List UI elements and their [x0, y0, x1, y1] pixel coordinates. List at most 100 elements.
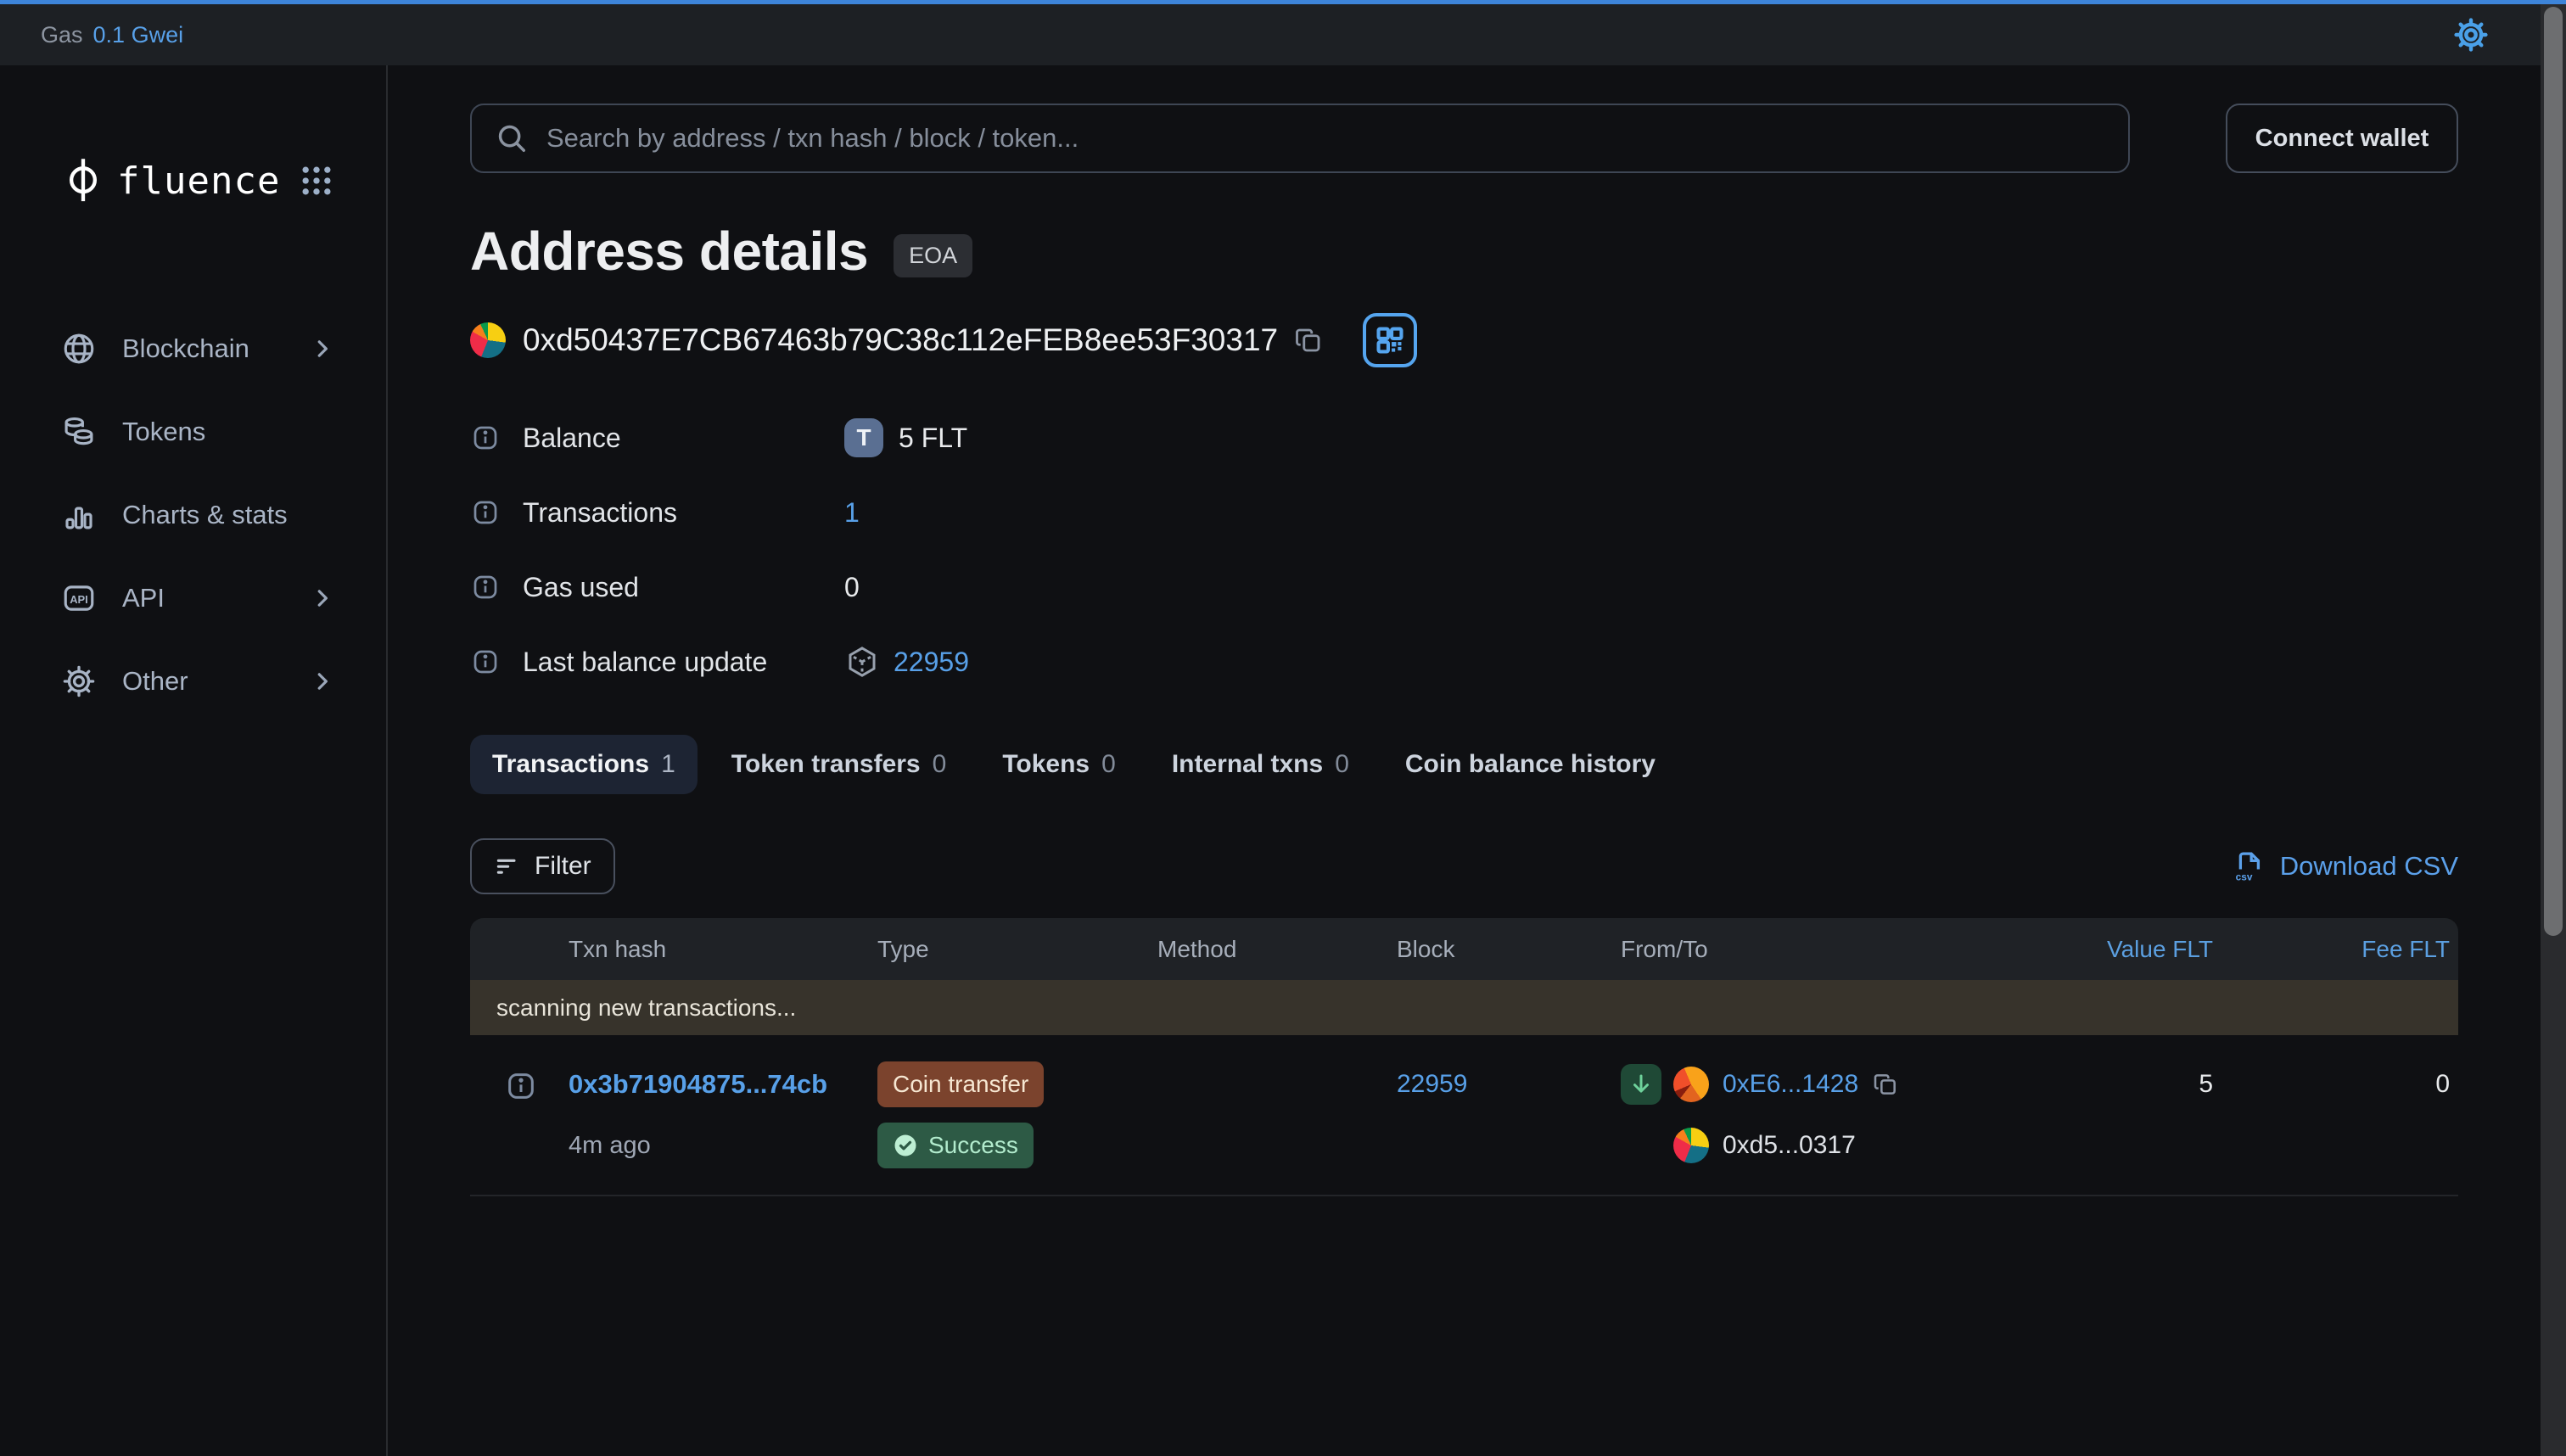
direction-in-icon	[1621, 1064, 1661, 1105]
tab-label: Internal txns	[1172, 750, 1323, 779]
address-hash[interactable]: 0xd50437E7CB67463b79C38c112eFEB8ee53F303…	[523, 322, 1278, 358]
scrollbar-thumb[interactable]	[2544, 7, 2563, 936]
tab-count: 0	[933, 750, 947, 779]
last-balance-block-link[interactable]: 22959	[894, 647, 969, 678]
txn-type-badge: Coin transfer	[877, 1061, 1044, 1107]
connect-wallet-button[interactable]: Connect wallet	[2226, 104, 2458, 173]
success-check-icon	[893, 1133, 918, 1158]
copy-from-address-icon[interactable]	[1872, 1071, 1899, 1098]
info-label: Balance	[523, 423, 621, 454]
scanning-notice-text: scanning new transactions...	[496, 994, 796, 1022]
sidebar-item-label: API	[122, 583, 165, 613]
scanning-notice: scanning new transactions...	[470, 980, 2458, 1035]
address-info-section: Balance T 5 FLT Transactions 1	[470, 400, 2458, 699]
copy-address-icon[interactable]	[1293, 325, 1324, 356]
txn-hash-link[interactable]: 0x3b71904875...74cb	[552, 1069, 827, 1100]
tab-count: 0	[1335, 750, 1349, 779]
to-address-text: 0xd5...0317	[1723, 1131, 1856, 1160]
sidebar-item-blockchain[interactable]: Blockchain	[61, 307, 335, 390]
txn-value: 5	[2028, 1061, 2223, 1108]
globe-icon	[61, 331, 97, 367]
txn-block-link[interactable]: 22959	[1383, 1070, 1467, 1099]
info-row-transactions: Transactions 1	[470, 475, 2458, 550]
sidebar-item-charts-stats[interactable]: Charts & stats	[61, 473, 335, 557]
filter-button[interactable]: Filter	[470, 838, 615, 894]
search-input[interactable]	[546, 123, 2104, 154]
sidebar-item-other[interactable]: Other	[61, 640, 335, 723]
chevron-right-icon	[310, 336, 335, 361]
txn-status-text: Success	[928, 1132, 1018, 1159]
tab-transactions[interactable]: Transactions 1	[470, 735, 698, 794]
info-row-gas-used: Gas used 0	[470, 550, 2458, 624]
info-hint-icon[interactable]	[470, 423, 501, 453]
sidebar-item-label: Other	[122, 666, 188, 697]
info-hint-icon[interactable]	[470, 497, 501, 528]
bar-chart-icon	[61, 497, 97, 533]
tab-coin-balance-history[interactable]: Coin balance history	[1383, 735, 1678, 794]
fluence-logo-icon[interactable]	[61, 156, 105, 205]
scrollbar-track[interactable]	[2541, 0, 2566, 1456]
gas-label: Gas	[41, 22, 83, 48]
chevron-right-icon	[310, 585, 335, 611]
tab-token-transfers[interactable]: Token transfers 0	[709, 735, 969, 794]
col-type: Type	[874, 936, 1137, 963]
table-toolbar: Filter csv Download CSV	[470, 838, 2458, 894]
address-row: 0xd50437E7CB67463b79C38c112eFEB8ee53F303…	[470, 314, 2458, 367]
filter-label: Filter	[535, 852, 591, 881]
settings-gear-icon[interactable]	[2452, 16, 2490, 53]
col-value[interactable]: Value FLT	[2028, 936, 2223, 963]
tab-count: 0	[1101, 750, 1116, 779]
csv-file-icon: csv	[2231, 848, 2266, 884]
download-csv-link[interactable]: csv Download CSV	[2231, 848, 2458, 884]
tab-label: Tokens	[1002, 750, 1090, 779]
from-line: 0xE6...1428	[1621, 1061, 2028, 1108]
gear-icon	[61, 664, 97, 699]
title-row: Address details EOA	[470, 221, 2458, 282]
from-address-avatar	[1673, 1067, 1709, 1102]
gas-value: 0.1 Gwei	[93, 22, 184, 48]
qr-code-icon	[1374, 324, 1406, 356]
chevron-right-icon	[310, 669, 335, 694]
col-method: Method	[1137, 936, 1383, 963]
info-hint-icon[interactable]	[470, 647, 501, 677]
from-address-link[interactable]: 0xE6...1428	[1723, 1070, 1858, 1099]
tab-count: 1	[661, 750, 675, 779]
sidebar-item-label: Tokens	[122, 417, 205, 447]
sidebar-item-label: Blockchain	[122, 333, 249, 364]
address-avatar	[470, 322, 506, 358]
to-address-avatar	[1673, 1128, 1709, 1163]
svg-text:csv: csv	[2235, 871, 2252, 882]
address-type-badge: EOA	[894, 234, 972, 277]
info-hint-icon[interactable]	[470, 572, 501, 602]
gas-tracker[interactable]: Gas 0.1 Gwei	[41, 22, 183, 48]
transactions-table: Txn hash Type Method Block From/To Value…	[470, 918, 2458, 1196]
logo-row: fluence	[61, 154, 335, 207]
sidebar-item-api[interactable]: API API	[61, 557, 335, 640]
info-label: Last balance update	[523, 647, 767, 678]
search-row: Connect wallet	[470, 104, 2458, 173]
logo-text[interactable]: fluence	[117, 160, 280, 203]
txn-info-icon[interactable]	[504, 1069, 538, 1103]
api-icon: API	[61, 580, 97, 616]
sidebar-item-tokens[interactable]: Tokens	[61, 390, 335, 473]
txn-status-badge: Success	[877, 1123, 1034, 1168]
col-block: Block	[1383, 936, 1604, 963]
tab-label: Transactions	[492, 750, 649, 779]
col-from-to: From/To	[1604, 936, 2028, 963]
info-row-last-balance-update: Last balance update 22959	[470, 624, 2458, 699]
info-label: Transactions	[523, 497, 677, 529]
topbar: Gas 0.1 Gwei	[0, 0, 2566, 65]
search-bar[interactable]	[470, 104, 2130, 173]
table-header: Txn hash Type Method Block From/To Value…	[470, 918, 2458, 980]
qr-code-button[interactable]	[1363, 313, 1417, 367]
tab-tokens[interactable]: Tokens 0	[980, 735, 1138, 794]
apps-grid-icon[interactable]	[298, 162, 335, 199]
balance-value: 5 FLT	[899, 423, 967, 454]
transactions-count-link[interactable]: 1	[844, 497, 860, 529]
svg-text:API: API	[70, 593, 88, 606]
main-content: Connect wallet Address details EOA 0xd50…	[388, 65, 2566, 1456]
col-fee[interactable]: Fee FLT	[2223, 936, 2458, 963]
filter-icon	[494, 853, 521, 880]
tab-internal-txns[interactable]: Internal txns 0	[1150, 735, 1371, 794]
sidebar: fluence Blockchain	[0, 65, 388, 1456]
